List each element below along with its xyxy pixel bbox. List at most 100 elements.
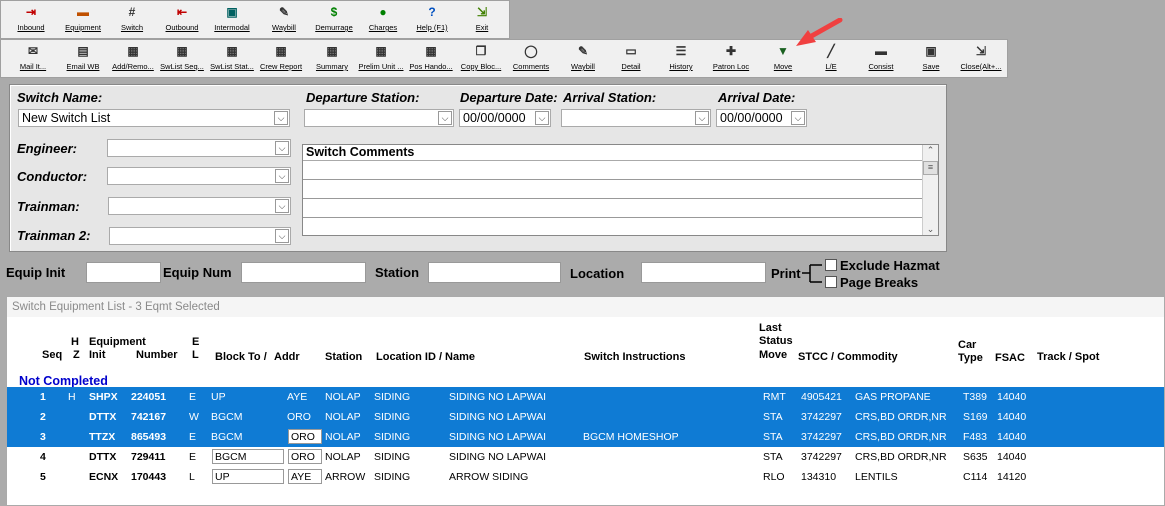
- chevron-down-icon[interactable]: ⌵: [275, 199, 289, 213]
- cell-addr[interactable]: AYE: [288, 469, 322, 484]
- toolbar-button-email-wb[interactable]: ▤ Email WB: [57, 43, 109, 77]
- col-location[interactable]: Location ID / Name: [376, 351, 475, 364]
- toolbar-button-patron-loc[interactable]: ✚ Patron Loc: [705, 43, 757, 77]
- col-track-spot[interactable]: Track / Spot: [1037, 351, 1099, 364]
- table-row[interactable]: 5 ECNX 170443 L UP AYE ARROW SIDING ARROW SIDING…: [7, 467, 1164, 487]
- departure-date-picker[interactable]: 00/00/0000 ⌵: [459, 109, 551, 127]
- exclude-hazmat-checkbox[interactable]: [825, 259, 837, 271]
- arrival-station-dropdown[interactable]: ⌵: [561, 109, 711, 127]
- toolbar-button-crew-report[interactable]: ▦ Crew Report: [255, 43, 307, 77]
- col-move[interactable]: Move: [759, 349, 787, 362]
- toolbar-button-exit[interactable]: ⇲ Exit: [456, 4, 508, 38]
- table-row[interactable]: 1 H SHPX 224051 E UP AYE NOLAP SIDING SIDING NO L…: [7, 387, 1164, 407]
- table-row[interactable]: 2 DTTX 742167 W BGCM ORO NOLAP SIDING SIDING NO …: [7, 407, 1164, 427]
- switch-track-icon: #: [128, 5, 136, 19]
- switch-name-dropdown[interactable]: New Switch List ⌵: [18, 109, 290, 127]
- col-block-to[interactable]: Block To /: [215, 351, 267, 364]
- table-row[interactable]: 3 TTZX 865493 E BGCM ORO NOLAP SIDING SIDING NO …: [7, 427, 1164, 447]
- toolbar-button-l-e[interactable]: ╱ L/E: [805, 43, 857, 77]
- cell-seq: 5: [40, 471, 46, 483]
- col-stcc-commodity[interactable]: STCC / Commodity: [798, 351, 898, 364]
- location-input[interactable]: [641, 262, 766, 283]
- toolbar-button-move[interactable]: ▼ Move: [757, 43, 809, 77]
- toolbar-button-demurrage[interactable]: $ Demurrage: [308, 4, 360, 38]
- toolbar-button-prelim-unit[interactable]: ▦ Prelim Unit ...: [355, 43, 407, 77]
- toolbar-button-waybill[interactable]: ✎ Waybill: [258, 4, 310, 38]
- arrival-date-picker[interactable]: 00/00/0000 ⌵: [716, 109, 807, 127]
- table-row[interactable]: 4 DTTX 729411 E BGCM ORO NOLAP SIDING SIDING NO …: [7, 447, 1164, 467]
- toolbar-button-help-f1-[interactable]: ? Help (F1): [406, 4, 458, 38]
- col-el-l[interactable]: L: [192, 349, 199, 362]
- chevron-down-icon[interactable]: ⌵: [274, 111, 288, 125]
- col-init[interactable]: Init: [89, 349, 106, 362]
- page-breaks-checkbox[interactable]: [825, 276, 837, 288]
- col-last[interactable]: Last: [759, 322, 782, 335]
- comment-line[interactable]: [303, 199, 922, 218]
- comment-line[interactable]: [303, 180, 922, 199]
- col-fsac[interactable]: FSAC: [995, 352, 1025, 365]
- toolbar-button-comments[interactable]: ◯ Comments: [505, 43, 557, 77]
- toolbar-button-add-remo[interactable]: ▦ Add/Remo...: [107, 43, 159, 77]
- chevron-down-icon[interactable]: ⌵: [695, 111, 709, 125]
- col-el-e[interactable]: E: [192, 336, 199, 349]
- toolbar-button-copy-bloc[interactable]: ❐ Copy Bloc...: [455, 43, 507, 77]
- toolbar-button-intermodal[interactable]: ▣ Intermodal: [206, 4, 258, 38]
- toolbar-button-close-alt[interactable]: ⇲ Close(Alt+...: [955, 43, 1007, 77]
- cell-block[interactable]: BGCM: [212, 449, 284, 464]
- chevron-down-icon[interactable]: ⌵: [438, 111, 452, 125]
- cell-block[interactable]: UP: [212, 469, 284, 484]
- trainman-dropdown[interactable]: ⌵: [108, 197, 291, 215]
- col-seq[interactable]: Seq: [42, 349, 62, 362]
- col-station[interactable]: Station: [325, 351, 362, 364]
- col-equipment[interactable]: Equipment: [89, 336, 146, 349]
- col-hz-z[interactable]: Z: [73, 349, 80, 362]
- comment-line[interactable]: [303, 161, 922, 180]
- col-status[interactable]: Status: [759, 335, 793, 348]
- chevron-down-icon[interactable]: ⌵: [275, 141, 289, 155]
- col-car[interactable]: Car: [958, 339, 976, 352]
- trainman2-dropdown[interactable]: ⌵: [109, 227, 291, 245]
- cell-station: ARROW: [325, 471, 366, 483]
- cell-addr[interactable]: ORO: [288, 429, 322, 444]
- col-number[interactable]: Number: [136, 349, 178, 362]
- toolbar-button-label: Waybill: [571, 62, 595, 71]
- toolbar-button-equipment[interactable]: ▬ Equipment: [57, 4, 109, 38]
- switch-comments-box[interactable]: Switch Comments ⌃ ≡ ⌄: [302, 144, 939, 236]
- toolbar-button-swlist-seq[interactable]: ▦ SwList Seq...: [156, 43, 208, 77]
- chevron-down-icon[interactable]: ⌵: [791, 111, 805, 125]
- toolbar-button-swlist-stat[interactable]: ▦ SwList Stat...: [206, 43, 258, 77]
- toolbar-button-detail[interactable]: ▭ Detail: [605, 43, 657, 77]
- toolbar-button-charges[interactable]: ● Charges: [357, 4, 409, 38]
- toolbar-button-outbound[interactable]: ⇤ Outbound: [156, 4, 208, 38]
- toolbar-button-label: Close(Alt+...: [960, 62, 1002, 71]
- chevron-down-icon[interactable]: ⌵: [275, 229, 289, 243]
- chevron-down-icon[interactable]: ⌵: [275, 169, 289, 183]
- conductor-dropdown[interactable]: ⌵: [107, 167, 291, 185]
- toolbar-button-waybill[interactable]: ✎ Waybill: [557, 43, 609, 77]
- departure-station-dropdown[interactable]: ⌵: [304, 109, 454, 127]
- scroll-thumb[interactable]: ≡: [923, 161, 938, 175]
- engineer-dropdown[interactable]: ⌵: [107, 139, 291, 157]
- comments-scrollbar[interactable]: ⌃ ≡ ⌄: [922, 145, 938, 235]
- toolbar-button-inbound[interactable]: ⇥ Inbound: [5, 4, 57, 38]
- toolbar-button-mail-it[interactable]: ✉ Mail It...: [7, 43, 59, 77]
- toolbar-button-history[interactable]: ☰ History: [655, 43, 707, 77]
- toolbar-button-consist[interactable]: ▬ Consist: [855, 43, 907, 77]
- cell-addr[interactable]: ORO: [288, 449, 322, 464]
- col-hz-h[interactable]: H: [71, 336, 79, 349]
- toolbar-button-switch[interactable]: # Switch: [106, 4, 158, 38]
- col-switch-instructions[interactable]: Switch Instructions: [584, 351, 685, 364]
- toolbar-button-save[interactable]: ▣ Save: [905, 43, 957, 77]
- col-type[interactable]: Type: [958, 352, 983, 365]
- cell-seq: 1: [40, 391, 46, 403]
- switch-name-value: New Switch List: [22, 111, 111, 125]
- station-input[interactable]: [428, 262, 561, 283]
- equip-init-input[interactable]: [86, 262, 161, 283]
- col-addr[interactable]: Addr: [274, 351, 300, 364]
- toolbar-button-pos-hando[interactable]: ▦ Pos Hando...: [405, 43, 457, 77]
- toolbar-button-summary[interactable]: ▦ Summary: [306, 43, 358, 77]
- equip-num-input[interactable]: [241, 262, 366, 283]
- scroll-down-icon[interactable]: ⌄: [923, 224, 938, 235]
- chevron-down-icon[interactable]: ⌵: [535, 111, 549, 125]
- scroll-up-icon[interactable]: ⌃: [923, 145, 938, 159]
